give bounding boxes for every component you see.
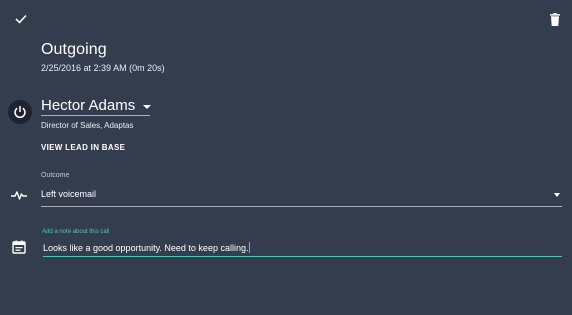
call-datetime: 2/25/2016 at 2:39 AM (0m 20s)	[41, 63, 165, 73]
contact-title: Director of Sales, Adaptas	[41, 121, 134, 130]
contact-selector[interactable]: Hector Adams	[41, 96, 152, 116]
outcome-label: Outcome	[41, 172, 70, 179]
contact-avatar	[8, 100, 32, 124]
check-icon	[15, 14, 27, 24]
confirm-button[interactable]	[11, 9, 31, 29]
trash-icon	[550, 12, 560, 26]
view-lead-link[interactable]: VIEW LEAD IN BASE	[41, 143, 125, 152]
outcome-select[interactable]: Left voicemail	[41, 186, 562, 207]
note-input[interactable]: Looks like a good opportunity. Need to k…	[43, 240, 562, 257]
note-text: Looks like a good opportunity. Need to k…	[43, 242, 251, 253]
dropdown-arrow-icon	[554, 193, 560, 197]
text-cursor	[249, 242, 251, 253]
pulse-icon	[10, 186, 28, 204]
calendar-icon	[12, 240, 26, 254]
call-log-screen: Outgoing 2/25/2016 at 2:39 AM (0m 20s) H…	[0, 0, 572, 315]
contact-name: Hector Adams	[41, 97, 136, 114]
delete-button[interactable]	[545, 9, 565, 29]
note-label: Add a note about this call	[42, 229, 110, 235]
outcome-value: Left voicemail	[41, 189, 97, 199]
call-direction: Outgoing	[41, 41, 107, 58]
chevron-down-icon	[143, 104, 152, 109]
power-icon	[14, 106, 26, 119]
